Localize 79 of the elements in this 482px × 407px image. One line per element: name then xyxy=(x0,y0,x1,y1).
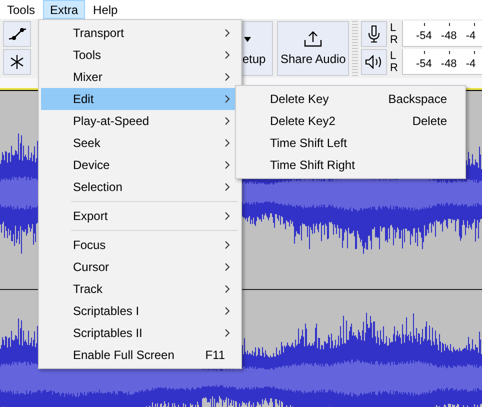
upload-icon xyxy=(304,31,322,47)
meter-tick-label: -48 xyxy=(440,30,457,42)
playback-meter-button[interactable] xyxy=(361,49,387,75)
menu-item-label: Play-at-Speed xyxy=(73,114,150,128)
channel-label: L xyxy=(390,50,398,62)
multi-tool-button[interactable] xyxy=(3,49,31,75)
menu-item[interactable]: Scriptables II xyxy=(41,322,239,344)
chevron-right-icon xyxy=(225,29,230,37)
menu-item[interactable]: Track xyxy=(41,278,239,300)
menu-item-label: Enable Full Screen xyxy=(73,348,176,362)
share-audio-button[interactable]: Share Audio xyxy=(277,21,350,76)
menu-item-label: Edit xyxy=(73,92,95,106)
menu-bar-item[interactable]: Extra xyxy=(43,0,86,19)
envelope-icon xyxy=(7,26,27,42)
menu-item-label: Delete Key xyxy=(270,92,330,106)
menu-item-label: Tools xyxy=(73,48,102,62)
meter-tick-label: -4 xyxy=(466,30,476,42)
menu-item[interactable]: Time Shift Left xyxy=(238,132,463,154)
chevron-right-icon xyxy=(225,263,230,271)
menu-item-label: Time Shift Right xyxy=(270,158,356,172)
menu-item-label: Mixer xyxy=(73,70,104,84)
chevron-right-icon xyxy=(225,241,230,249)
channel-label: R xyxy=(390,62,399,74)
menu-item[interactable]: Scriptables I xyxy=(41,300,239,322)
menu-item-label: Scriptables II xyxy=(73,326,144,340)
menu-item-label: Time Shift Left xyxy=(270,136,348,150)
menu-item-label: Track xyxy=(73,282,104,296)
menu-item-label: Device xyxy=(73,158,111,172)
menu-bar-item[interactable]: Tools xyxy=(0,0,42,19)
menu-item[interactable]: Delete Key2 Delete xyxy=(238,110,463,132)
chevron-right-icon xyxy=(225,95,230,103)
menu-item[interactable]: Selection xyxy=(41,176,239,198)
meter-tick-label: -4 xyxy=(466,58,476,70)
menu-item[interactable]: Enable Full Screen F11 xyxy=(41,344,239,366)
menu-item-label: Focus xyxy=(73,238,107,252)
chevron-right-icon xyxy=(225,139,230,147)
chevron-right-icon xyxy=(225,117,230,125)
menu-item-label: Selection xyxy=(73,180,124,194)
menu-item[interactable]: Seek xyxy=(41,132,239,154)
chevron-right-icon xyxy=(225,73,230,81)
menu-item[interactable]: Play-at-Speed xyxy=(41,110,239,132)
menu-item-label: Cursor xyxy=(73,260,110,274)
menu-item-label: Transport xyxy=(73,26,125,40)
shortcut-label: F11 xyxy=(205,348,225,362)
microphone-icon xyxy=(368,25,380,43)
menu-item[interactable]: Transport xyxy=(41,22,239,44)
menu-item[interactable]: Export xyxy=(41,205,239,227)
audio-setup-button[interactable]: etup xyxy=(241,21,274,76)
chevron-right-icon xyxy=(225,329,230,337)
menu-item[interactable]: Device xyxy=(41,154,239,176)
record-meter-button[interactable] xyxy=(361,21,387,47)
shortcut-label: Backspace xyxy=(388,92,447,106)
meter-tick-label: -54 xyxy=(416,30,432,42)
menu-item-label: Seek xyxy=(73,136,102,150)
channel-label: L xyxy=(390,22,398,34)
menu-item-label: Delete Key2 xyxy=(270,114,336,128)
menu-item-label: Scriptables I xyxy=(73,304,140,318)
speaker-icon xyxy=(365,55,383,69)
menu-item[interactable]: Mixer xyxy=(41,66,239,88)
menu-item-label: Export xyxy=(73,209,109,223)
meter-tick-label: -54 xyxy=(416,58,432,70)
chevron-right-icon xyxy=(225,161,230,169)
chevron-right-icon xyxy=(225,285,230,293)
chevron-right-icon xyxy=(225,212,230,220)
chevron-right-icon xyxy=(225,51,230,59)
menu-item[interactable]: Cursor xyxy=(41,256,239,278)
chevron-right-icon xyxy=(225,183,230,191)
chevron-right-icon xyxy=(225,307,230,315)
envelope-tool-button[interactable] xyxy=(3,21,31,47)
menu-bar-item[interactable]: Help xyxy=(86,0,125,19)
channel-label: R xyxy=(390,34,399,46)
asterisk-icon xyxy=(9,54,25,70)
menu-item[interactable]: Time Shift Right xyxy=(238,154,463,176)
meter-tick-label: -48 xyxy=(440,58,457,70)
caret-icon xyxy=(244,37,252,42)
menu-item[interactable]: Delete Key Backspace xyxy=(238,88,463,110)
shortcut-label: Delete xyxy=(412,114,447,128)
menu-item[interactable]: Focus xyxy=(41,234,239,256)
menu-item[interactable]: Tools xyxy=(41,44,239,66)
